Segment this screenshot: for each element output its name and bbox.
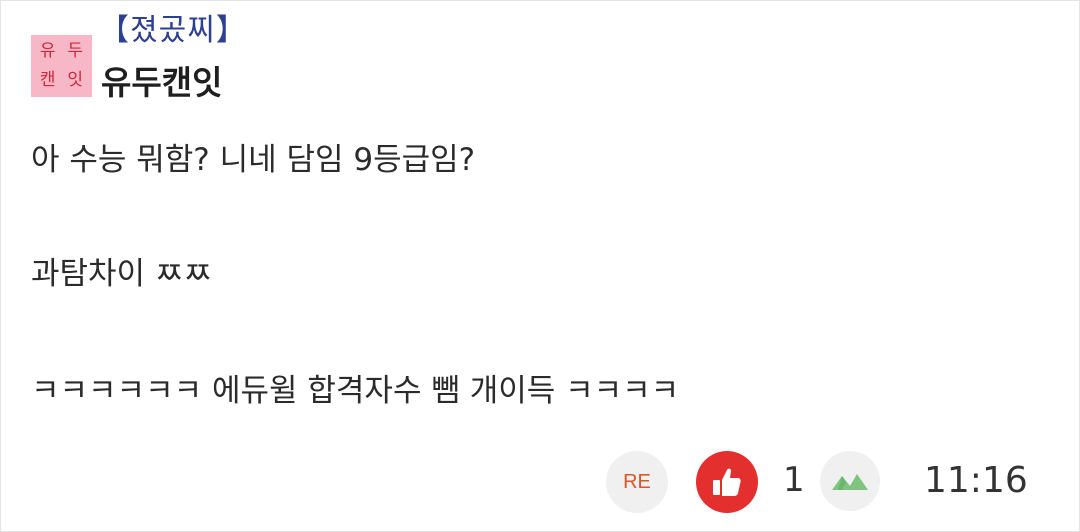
comment-line: 아 수능 뭐함? 니네 담임 9등급임? (31, 142, 476, 178)
reply-label: RE (623, 470, 651, 493)
reply-button[interactable]: RE (606, 451, 668, 513)
like-count: 1 (783, 460, 805, 500)
avatar-char: 캔 (39, 70, 56, 90)
avatar-char: 잇 (67, 70, 84, 90)
thumbs-up-icon (713, 468, 741, 496)
avatar-char: 유 (39, 41, 56, 61)
mountain-icon (832, 474, 868, 490)
user-tag: 【졌곴찌】 (99, 13, 247, 48)
timestamp: 11:16 (924, 460, 1028, 501)
dislike-button[interactable] (820, 451, 880, 511)
avatar-char: 두 (67, 41, 84, 61)
comment-line: ㅋㅋㅋㅋㅋㅋ 에듀윌 합격자수 뺌 개이득 ㅋㅋㅋㅋ (31, 373, 680, 409)
username[interactable]: 유두캔잇 (101, 66, 222, 99)
comment-line: 과탐차이 ㅉㅉ (31, 256, 212, 292)
like-button[interactable] (696, 451, 758, 513)
avatar[interactable]: 유 두 캔 잇 (31, 35, 92, 97)
